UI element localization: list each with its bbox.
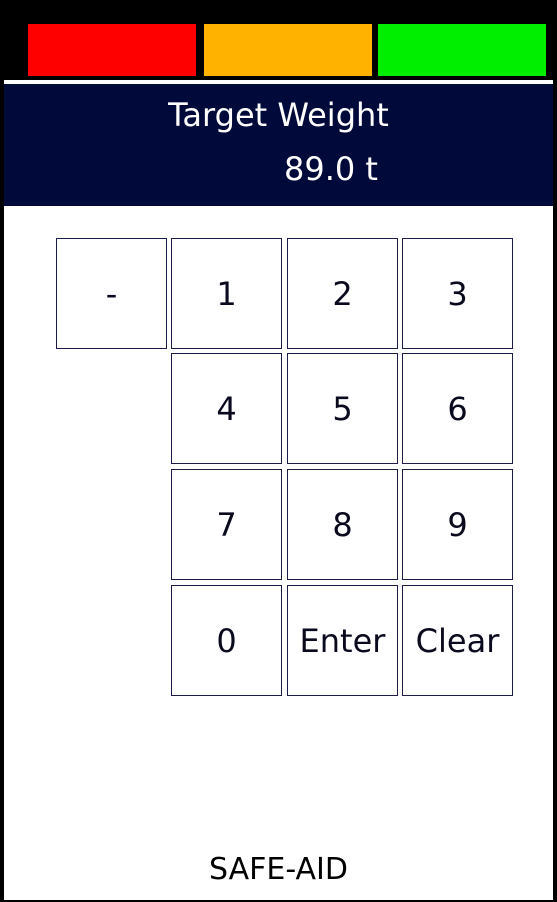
key-8[interactable]: 8 [287, 469, 398, 580]
key-7[interactable]: 7 [171, 469, 282, 580]
key-2[interactable]: 2 [287, 238, 398, 349]
key-9[interactable]: 9 [402, 469, 513, 580]
key-3[interactable]: 3 [402, 238, 513, 349]
minus-key[interactable]: - [56, 238, 167, 349]
status-red-segment [28, 24, 196, 76]
key-6[interactable]: 6 [402, 353, 513, 464]
page-title: Target Weight [168, 96, 389, 134]
key-1[interactable]: 1 [171, 238, 282, 349]
target-weight-header: Target Weight 89.0 t [4, 84, 553, 206]
status-amber-segment [204, 24, 372, 76]
status-green-segment [378, 24, 546, 76]
key-5[interactable]: 5 [287, 353, 398, 464]
key-4[interactable]: 4 [171, 353, 282, 464]
key-0[interactable]: 0 [171, 585, 282, 696]
status-bar [4, 4, 553, 80]
target-weight-value: 89.0 t [284, 150, 378, 188]
enter-button[interactable]: Enter [287, 585, 398, 696]
brand-label: SAFE-AID [209, 852, 348, 887]
clear-button[interactable]: Clear [402, 585, 513, 696]
